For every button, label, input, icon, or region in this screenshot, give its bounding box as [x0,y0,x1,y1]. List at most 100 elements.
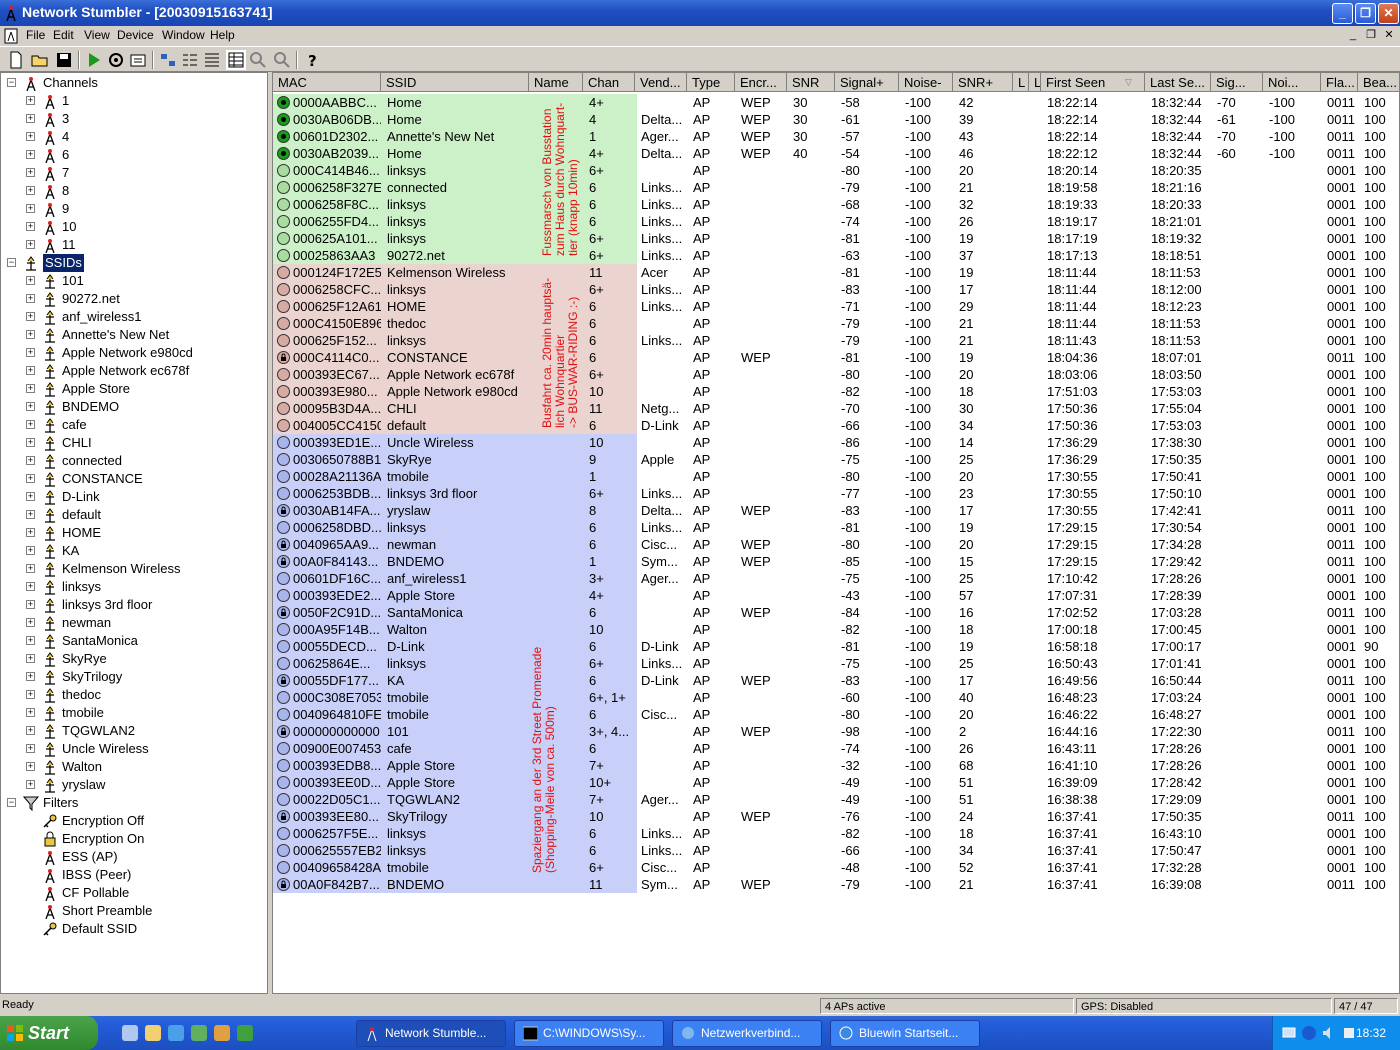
zoom-out-icon[interactable] [272,50,292,70]
column-header[interactable]: Noi... [1263,73,1321,92]
column-header[interactable]: SNR [787,73,835,92]
tree-filter[interactable]: Short Preamble [1,902,267,920]
wireless-tray-icon[interactable] [1341,1025,1357,1041]
table-row[interactable]: 0006253BDB... linksys 3rd floor 6+ Links...… [273,485,1399,502]
tree-ssid[interactable]: + tmobile [1,704,267,722]
mdi-minimize-button[interactable]: _ [1346,29,1360,43]
table-row[interactable]: 0040964810FE tmobile 6 Cisc... AP -80 -100 20 16… [273,706,1399,723]
tree-filter[interactable]: Encryption On [1,830,267,848]
table-row[interactable]: 0006255FD4... linksys 6 Links... AP -74 -100 26… [273,213,1399,230]
table-row[interactable]: 000C414B46... linksys 6+ AP -80 -100 20 18:20:1… [273,162,1399,179]
column-header[interactable]: L [1013,73,1029,92]
tree-ssid[interactable]: + thedoc [1,686,267,704]
table-row[interactable]: 00095B3D4A... CHLI 11 Netg... AP -70 -100 30 17:… [273,400,1399,417]
tree-channel[interactable]: +1 [1,92,267,110]
column-header[interactable]: Noise- [899,73,953,92]
tree-channel[interactable]: +7 [1,164,267,182]
table-row[interactable]: 0006258DBD... linksys 6 Links... AP -81 -100 19… [273,519,1399,536]
tree-channels[interactable]: − Channels [1,74,267,92]
table-row[interactable]: 0030AB2039... Home 4+ Delta... AP WEP 40 -54 -10… [273,145,1399,162]
table-row[interactable]: 0000AABBC... Home 4+ AP WEP 30 -58 -100 42 18:22:… [273,94,1399,111]
details-view-icon[interactable] [226,50,246,70]
tree-ssid[interactable]: + default [1,506,267,524]
tree-ssid[interactable]: + SkyRye [1,650,267,668]
column-header[interactable]: Bea... [1358,73,1399,92]
game-icon[interactable] [237,1025,253,1041]
tree-ssid[interactable]: + CONSTANCE [1,470,267,488]
tree-ssid[interactable]: + TQGWLAN2 [1,722,267,740]
tree-ssid[interactable]: + BNDEMO [1,398,267,416]
table-row[interactable]: 000625F152... linksys 6 Links... AP -79 -100 21… [273,332,1399,349]
tree-ssid[interactable]: +90272.net [1,290,267,308]
table-row[interactable]: 000393EC67... Apple Network ec678f 6+ AP -80… [273,366,1399,383]
auto-config-icon[interactable] [106,50,126,70]
minimize-button[interactable]: _ [1332,3,1353,24]
column-header[interactable]: Signal+ [835,73,899,92]
mdi-restore-button[interactable]: ❐ [1364,29,1378,43]
tree-ssid[interactable]: + Apple Network ec678f [1,362,267,380]
column-header[interactable]: Last Se... [1145,73,1211,92]
table-row[interactable]: 000124F172E5 Kelmenson Wireless 11 Acer AP -8… [273,264,1399,281]
list-view-icon[interactable] [202,50,222,70]
column-header[interactable]: Chan [583,73,635,92]
table-row[interactable]: 004005CC4150 default 6 D-Link AP -66 -100 34 17:… [273,417,1399,434]
column-header[interactable]: Encr... [735,73,787,92]
tool-icon[interactable] [214,1025,230,1041]
tree-channel[interactable]: +4 [1,128,267,146]
new-file-icon[interactable] [6,50,26,70]
table-row[interactable]: 00025863AA3 90272.net 6+ Links... AP -63 -100 3… [273,247,1399,264]
maximize-button[interactable]: ❐ [1355,3,1376,24]
open-folder-icon[interactable] [30,50,50,70]
table-row[interactable]: 000393EE80... SkyTrilogy 10 AP WEP -76 -100 24 1… [273,808,1399,825]
quicklaunch-icon[interactable] [122,1025,138,1041]
column-header[interactable]: SSID [381,73,529,92]
table-row[interactable]: 0006258F8C... linksys 6 Links... AP -68 -100 32… [273,196,1399,213]
play-icon[interactable] [84,50,104,70]
table-row[interactable]: 00022D05C1... TQGWLAN2 7+ Ager... AP -49 -100 5… [273,791,1399,808]
column-header[interactable]: Sig... [1211,73,1263,92]
column-header[interactable]: Name [529,73,583,92]
tree-ssid[interactable]: + D-Link [1,488,267,506]
small-icons-icon[interactable] [180,50,200,70]
volume-icon[interactable] [1321,1025,1337,1041]
menu-device[interactable]: Device [117,28,154,42]
tree-channel[interactable]: +3 [1,110,267,128]
tree-ssid[interactable]: + HOME [1,524,267,542]
properties-icon[interactable] [128,50,148,70]
menu-help[interactable]: Help [210,28,235,42]
tree-filter[interactable]: IBSS (Peer) [1,866,267,884]
tree-filter[interactable]: ESS (AP) [1,848,267,866]
tree-filter[interactable]: Encryption Off [1,812,267,830]
save-icon[interactable] [54,50,74,70]
column-header[interactable]: Type [687,73,735,92]
tree-filter[interactable]: CF Pollable [1,884,267,902]
tree-ssid[interactable]: + Apple Store [1,380,267,398]
table-row[interactable]: 00055DF177... KA 6 D-Link AP WEP -83 -100 17 16:4… [273,672,1399,689]
task-bluewin[interactable]: Bluewin Startseit... [830,1020,980,1047]
tree-channel[interactable]: +8 [1,182,267,200]
network-tray-icon[interactable] [1281,1025,1297,1041]
app-icon[interactable] [191,1025,207,1041]
tree-ssid[interactable]: + yryslaw [1,776,267,794]
table-row[interactable]: 000625F12A61 HOME 6 Links... AP -71 -100 29 18:1… [273,298,1399,315]
task-network-connections[interactable]: Netzwerkverbind... [672,1020,822,1047]
table-row[interactable]: 00601DF16C... anf_wireless1 3+ Ager... AP -75… [273,570,1399,587]
tree-channel[interactable]: +6 [1,146,267,164]
tree-ssid[interactable]: + SkyTrilogy [1,668,267,686]
tree-ssid[interactable]: + cafe [1,416,267,434]
table-row[interactable]: 000A95F14B... Walton 10 AP -82 -100 18 17:00:18… [273,621,1399,638]
table-row[interactable]: 0040965AA9... newman 6 Cisc... AP WEP -80 -100 2… [273,536,1399,553]
tree-ssid[interactable]: + linksys [1,578,267,596]
column-header[interactable]: SNR+ [953,73,1013,92]
table-row[interactable]: 0006258CFC... linksys 6+ Links... AP -83 -100 1… [273,281,1399,298]
close-button[interactable]: ✕ [1378,3,1399,24]
menu-edit[interactable]: Edit [53,28,74,42]
document-icon[interactable] [4,28,18,44]
tree-ssid[interactable]: + SantaMonica [1,632,267,650]
column-header[interactable]: Vend... [635,73,687,92]
table-row[interactable]: 000000000000 101 3+, 4... AP WEP -98 -100 2 16:4… [273,723,1399,740]
table-row[interactable]: 000625557EB2 linksys 6 Links... AP -66 -100 34 1… [273,842,1399,859]
tree-channel[interactable]: +11 [1,236,267,254]
table-row[interactable]: 000C4150E896 thedoc 6 AP -79 -100 21 18:11:44 18… [273,315,1399,332]
tree-ssid[interactable]: + anf_wireless1 [1,308,267,326]
